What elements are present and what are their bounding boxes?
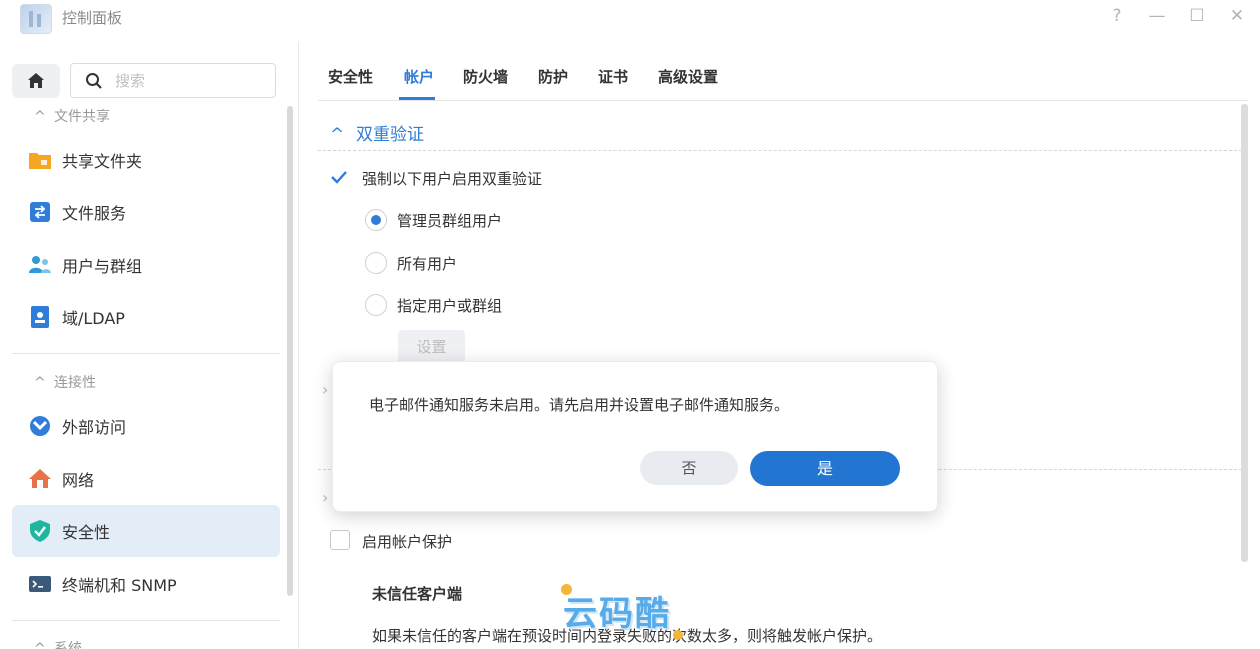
close-icon[interactable]: ✕ xyxy=(1226,6,1248,26)
no-button[interactable]: 否 xyxy=(640,451,738,485)
tab-account[interactable]: 帐户 xyxy=(404,66,434,87)
network-icon xyxy=(29,469,51,488)
sidebar: ^文件共享 共享文件夹 文件服务 用户与群组 域/LDAP xyxy=(0,42,299,649)
chevron-up-icon: ^ xyxy=(34,641,46,649)
section-system[interactable]: ^ 系统 xyxy=(34,638,82,649)
radio-admin-group-label: 管理员群组用户 xyxy=(397,212,503,230)
active-tab-indicator xyxy=(399,97,435,100)
radio-all-users[interactable] xyxy=(365,252,387,274)
untrusted-clients-title: 未信任客户端 xyxy=(372,585,463,603)
terminal-icon xyxy=(29,576,51,592)
enforce-2fa-checkbox[interactable] xyxy=(330,168,348,186)
minimize-icon[interactable]: — xyxy=(1146,6,1168,26)
radio-all-users-label: 所有用户 xyxy=(397,255,458,273)
sidebar-item-external-access[interactable]: 外部访问 xyxy=(12,400,280,452)
window-title: 控制面板 xyxy=(62,9,123,27)
chevron-up-icon: ^ xyxy=(34,109,46,125)
control-panel-app-icon xyxy=(20,4,52,34)
sidebar-item-label: 用户与群组 xyxy=(62,257,143,276)
sidebar-item-label: 网络 xyxy=(62,471,95,490)
sidebar-item-users-groups[interactable]: 用户与群组 xyxy=(12,239,280,291)
chevron-up-icon: ^ xyxy=(330,125,345,145)
enable-account-protection-label: 启用帐户保护 xyxy=(362,533,453,551)
watermark-dot xyxy=(673,630,683,640)
domain-icon xyxy=(31,306,49,328)
search-input[interactable] xyxy=(113,70,267,92)
sidebar-item-terminal-snmp[interactable]: 终端机和 SNMP xyxy=(12,558,280,610)
sidebar-item-security[interactable]: 安全性 xyxy=(12,505,280,557)
sidebar-item-label: 文件服务 xyxy=(62,204,127,223)
sidebar-item-network[interactable]: 网络 xyxy=(12,453,280,505)
folder-icon xyxy=(29,153,51,169)
hidden-section-fragment: › xyxy=(322,488,329,507)
enable-account-protection-checkbox[interactable] xyxy=(330,530,350,550)
watermark: 云码酷 xyxy=(563,594,671,634)
section-divider xyxy=(318,150,1242,151)
tab-advanced[interactable]: 高级设置 xyxy=(658,66,718,87)
enforce-2fa-label: 强制以下用户启用双重验证 xyxy=(362,170,543,188)
checkmark-icon xyxy=(331,171,347,184)
sidebar-item-label: 终端机和 SNMP xyxy=(62,576,177,595)
sidebar-item-file-services[interactable]: 文件服务 xyxy=(12,186,280,238)
confirm-dialog: 电子邮件通知服务未启用。请先启用并设置电子邮件通知服务。 否 是 xyxy=(332,361,938,512)
settings-button[interactable]: 设置 xyxy=(398,330,465,364)
tab-security[interactable]: 安全性 xyxy=(328,66,373,87)
sidebar-item-label: 共享文件夹 xyxy=(62,152,143,171)
sidebar-scrollbar[interactable] xyxy=(287,106,293,596)
users-icon xyxy=(29,256,51,273)
section-file-sharing[interactable]: ^ 文件共享 xyxy=(34,106,110,126)
radio-specific-users[interactable] xyxy=(365,294,387,316)
search-icon xyxy=(86,73,102,89)
sidebar-divider xyxy=(12,353,280,354)
help-icon[interactable]: ? xyxy=(1106,6,1128,26)
file-services-icon xyxy=(30,202,50,222)
title-bar: 控制面板 ? — ☐ ✕ xyxy=(0,0,1260,42)
sidebar-divider xyxy=(12,620,280,621)
home-icon xyxy=(28,73,44,88)
yes-button[interactable]: 是 xyxy=(750,451,900,486)
sidebar-item-shared-folder[interactable]: 共享文件夹 xyxy=(12,134,280,186)
tab-bar: 安全性 帐户 防火墙 防护 证书 高级设置 xyxy=(318,56,1248,101)
sidebar-item-label: 域/LDAP xyxy=(62,309,125,328)
dialog-message: 电子邮件通知服务未启用。请先启用并设置电子邮件通知服务。 xyxy=(369,396,790,414)
maximize-icon[interactable]: ☐ xyxy=(1186,6,1208,26)
radio-admin-group[interactable] xyxy=(365,209,387,231)
shield-icon xyxy=(30,520,50,542)
chevron-up-icon: ^ xyxy=(34,375,46,391)
hidden-section-fragment: › xyxy=(322,380,329,399)
sidebar-item-domain-ldap[interactable]: 域/LDAP xyxy=(12,291,280,343)
sidebar-item-label: 外部访问 xyxy=(62,418,127,437)
tab-certificate[interactable]: 证书 xyxy=(598,66,628,87)
main-scrollbar[interactable] xyxy=(1241,104,1248,562)
external-access-icon xyxy=(30,416,50,436)
radio-specific-users-label: 指定用户或群组 xyxy=(397,297,503,315)
search-box[interactable] xyxy=(70,63,276,98)
home-button[interactable] xyxy=(12,64,60,98)
tab-protection[interactable]: 防护 xyxy=(538,66,568,87)
tab-firewall[interactable]: 防火墙 xyxy=(463,66,508,87)
two-factor-section-header[interactable]: ^ 双重验证 xyxy=(330,120,424,145)
section-connectivity[interactable]: ^ 连接性 xyxy=(34,372,96,392)
sidebar-item-label: 安全性 xyxy=(62,523,111,542)
